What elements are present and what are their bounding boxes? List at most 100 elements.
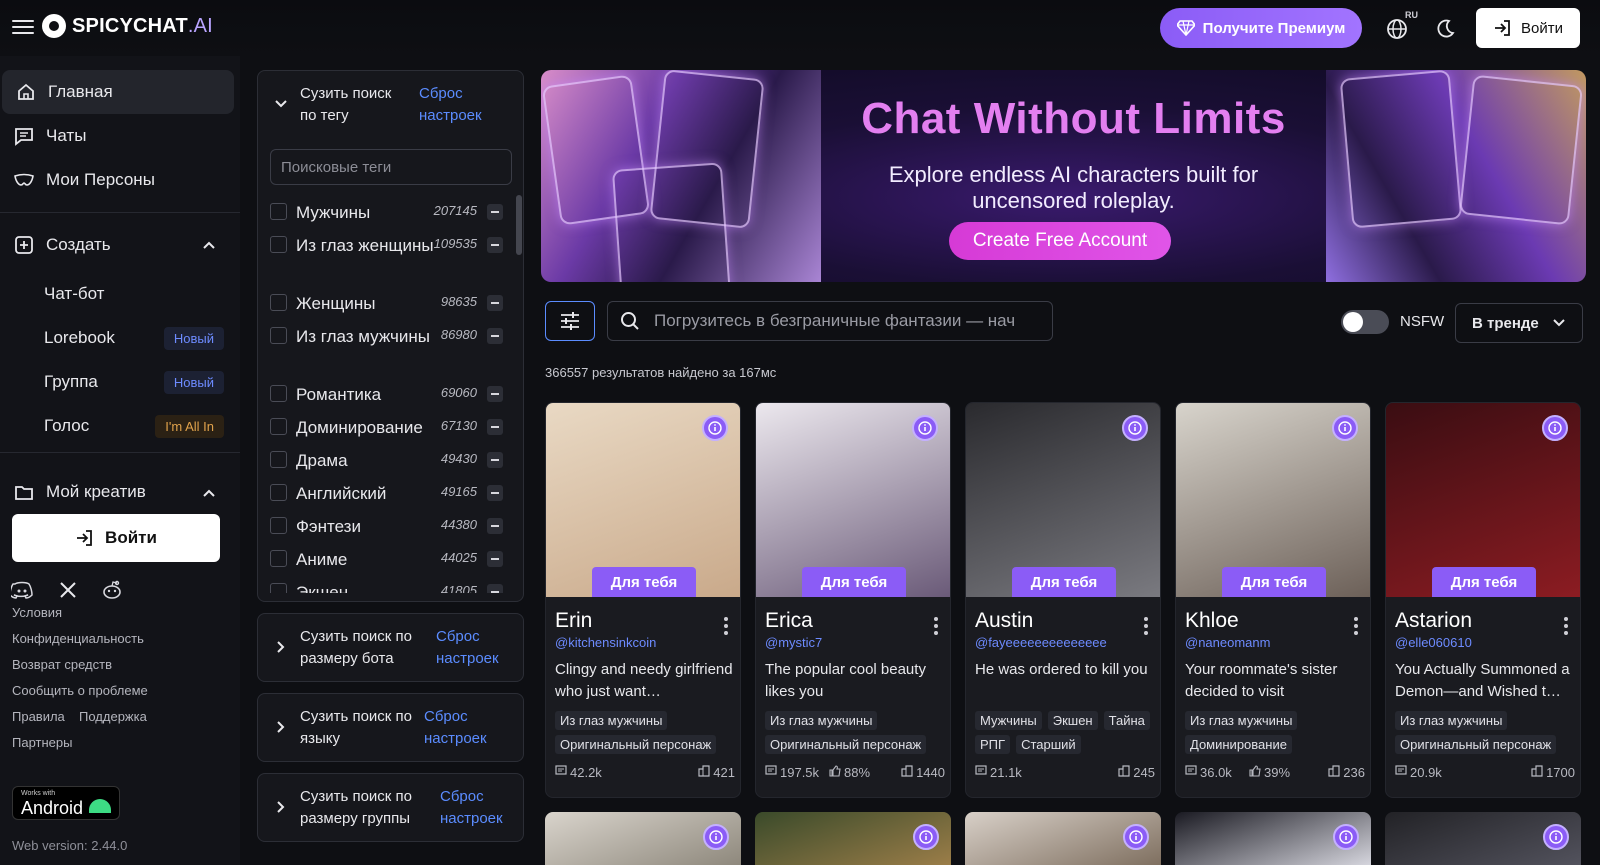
more-options-icon[interactable] [934, 617, 938, 635]
sidebar-login-button[interactable]: Войти [12, 514, 220, 562]
group-size-filter-reset[interactable]: Сброс настроек [440, 786, 512, 830]
tag-row[interactable]: Фэнтези 44380 [258, 509, 513, 542]
creator-handle[interactable]: @elle060610 [1395, 635, 1565, 650]
card-tag[interactable]: Из глаз мужчины [1185, 711, 1298, 730]
tag-checkbox[interactable] [270, 484, 287, 501]
minus-icon[interactable] [487, 518, 503, 534]
minus-icon[interactable] [487, 584, 503, 593]
character-name[interactable]: Austin [975, 609, 1033, 633]
android-badge[interactable]: Works with Android [12, 786, 120, 820]
tag-row[interactable]: Английский 49165 [258, 476, 513, 509]
minus-icon[interactable] [487, 237, 503, 253]
minus-icon[interactable] [487, 386, 503, 402]
x-icon[interactable] [56, 578, 80, 602]
tag-checkbox[interactable] [270, 236, 287, 253]
tag-filter-reset[interactable]: Сброс настроек [419, 83, 499, 127]
creator-handle[interactable]: @mystic7 [765, 635, 935, 650]
discord-icon[interactable] [10, 578, 34, 602]
sidebar-item-voice[interactable]: Голос I'm All In [44, 408, 224, 444]
creator-handle[interactable]: @kitchensinkcoin [555, 635, 725, 650]
sidebar-item-lorebook[interactable]: Lorebook Новый [44, 320, 224, 356]
language-filter-reset[interactable]: Сброс настроек [424, 706, 504, 750]
tag-row[interactable]: Из глаз мужчины 86980 [258, 319, 513, 377]
info-icon[interactable] [1542, 415, 1568, 441]
more-options-icon[interactable] [1354, 617, 1358, 635]
premium-button[interactable]: Получите Премиум [1160, 8, 1362, 48]
tag-checkbox[interactable] [270, 583, 287, 593]
create-account-button[interactable]: Create Free Account [949, 222, 1171, 260]
minus-icon[interactable] [487, 328, 503, 344]
card-tag[interactable]: Тайна [1103, 711, 1150, 730]
tag-row[interactable]: Драма 49430 [258, 443, 513, 476]
footer-link-report[interactable]: Сообщить о проблеме [12, 683, 148, 698]
filter-toggle-button[interactable] [545, 301, 595, 341]
card-tag[interactable]: Из глаз мужчины [1395, 711, 1508, 730]
character-name[interactable]: Khloe [1185, 609, 1239, 633]
sidebar-item-chats[interactable]: Чаты [0, 114, 232, 158]
card-tag[interactable]: Оригинальный персонаж [765, 735, 927, 754]
tag-checkbox[interactable] [270, 385, 287, 402]
creator-handle[interactable]: @naneomanm [1185, 635, 1355, 650]
logo[interactable]: SPICYCHAT.AI [42, 14, 213, 38]
character-name[interactable]: Erin [555, 609, 592, 633]
character-name[interactable]: Astarion [1395, 609, 1472, 633]
info-icon[interactable] [702, 415, 728, 441]
sidebar-item-group[interactable]: Группа Новый [44, 364, 224, 400]
more-options-icon[interactable] [724, 617, 728, 635]
tag-checkbox[interactable] [270, 550, 287, 567]
minus-icon[interactable] [487, 295, 503, 311]
card-tag[interactable]: Доминирование [1185, 735, 1292, 754]
nsfw-toggle[interactable] [1341, 310, 1389, 334]
tag-row[interactable]: Романтика 69060 [258, 377, 513, 410]
card-tag[interactable]: Старший [1016, 735, 1081, 754]
footer-link-support[interactable]: Поддержка [79, 709, 147, 724]
info-icon[interactable] [1543, 824, 1569, 850]
more-options-icon[interactable] [1144, 617, 1148, 635]
footer-link-rules[interactable]: Правила [12, 709, 65, 724]
minus-icon[interactable] [487, 551, 503, 567]
sidebar-item-personas[interactable]: Мои Персоны [0, 158, 232, 202]
tag-checkbox[interactable] [270, 451, 287, 468]
minus-icon[interactable] [487, 419, 503, 435]
footer-link-terms[interactable]: Условия [12, 605, 62, 620]
footer-link-refunds[interactable]: Возврат средств [12, 657, 112, 672]
theme-toggle[interactable] [1428, 12, 1462, 46]
reddit-icon[interactable] [100, 578, 124, 602]
tag-row[interactable]: Экшен 41805 [258, 575, 513, 593]
info-icon[interactable] [1333, 824, 1359, 850]
character-card[interactable] [545, 812, 741, 865]
info-icon[interactable] [1332, 415, 1358, 441]
tag-row[interactable]: Женщины 98635 [258, 286, 513, 319]
character-card[interactable]: Для тебя Khloe @naneomanm Your roommate's s… [1175, 402, 1371, 798]
info-icon[interactable] [1122, 415, 1148, 441]
tag-checkbox[interactable] [270, 294, 287, 311]
sidebar-item-home[interactable]: Главная [2, 70, 234, 114]
minus-icon[interactable] [487, 452, 503, 468]
card-tag[interactable]: Оригинальный персонаж [1395, 735, 1557, 754]
sidebar-item-chatbot[interactable]: Чат-бот [44, 276, 224, 312]
tag-row[interactable]: Мужчины 207145 [258, 195, 513, 228]
card-tag[interactable]: Оригинальный персонаж [555, 735, 717, 754]
character-card[interactable]: Для тебя Erin @kitchensinkcoin Clingy and n… [545, 402, 741, 798]
sidebar-item-create[interactable]: Создать [0, 223, 230, 267]
info-icon[interactable] [913, 824, 939, 850]
promo-banner[interactable]: Chat Without Limits Explore endless AI c… [541, 70, 1586, 282]
character-card[interactable]: Для тебя Erica @mystic7 The popular cool be… [755, 402, 951, 798]
creator-handle[interactable]: @fayeeeeeeeeeeeeee [975, 635, 1145, 650]
character-card[interactable] [1385, 812, 1581, 865]
card-tag[interactable]: Мужчины [975, 711, 1042, 730]
language-button[interactable]: RU [1380, 10, 1418, 46]
character-search-input[interactable]: Погрузитесь в безграничные фантазии — на… [607, 301, 1053, 341]
footer-link-privacy[interactable]: Конфиденциальность [12, 631, 144, 646]
tag-checkbox[interactable] [270, 418, 287, 435]
footer-link-partners[interactable]: Партнеры [12, 735, 72, 750]
card-tag[interactable]: Экшен [1047, 711, 1098, 730]
character-card[interactable]: Для тебя Astarion @elle060610 You Actually … [1385, 402, 1581, 798]
minus-icon[interactable] [487, 485, 503, 501]
tag-search-input[interactable] [270, 149, 512, 185]
more-options-icon[interactable] [1564, 617, 1568, 635]
tag-checkbox[interactable] [270, 327, 287, 344]
login-button[interactable]: Войти [1476, 8, 1580, 48]
menu-icon[interactable] [12, 16, 34, 38]
tag-list-scrollbar[interactable] [516, 195, 522, 255]
